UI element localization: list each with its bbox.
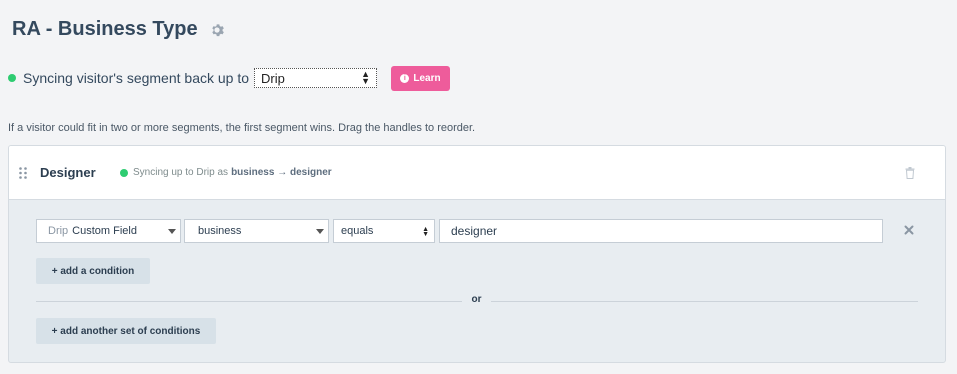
segment-card: Designer Syncing up to Drip as business … (8, 145, 946, 363)
segment-name[interactable]: Designer (40, 165, 96, 180)
add-condition-label: add a condition (60, 265, 135, 277)
segment-sync-status: Syncing up to Drip as business → designe… (120, 167, 332, 178)
condition-operator-value: equals (341, 225, 374, 237)
condition-value-text: designer (451, 224, 498, 238)
trash-icon[interactable] (905, 167, 915, 179)
condition-source-select[interactable]: Drip Custom Field (36, 219, 181, 243)
chevron-down-icon (312, 220, 328, 242)
close-icon[interactable] (904, 225, 914, 235)
learn-button[interactable]: i Learn (391, 66, 450, 91)
provider-select-value: Drip (261, 70, 285, 86)
sync-status-row: Syncing visitor's segment back up to Dri… (8, 67, 378, 89)
reorder-hint: If a visitor could fit in two or more se… (8, 122, 476, 134)
add-condition-button[interactable]: + add a condition (36, 258, 150, 284)
provider-select[interactable]: Drip ▲ ▼ (254, 68, 378, 88)
add-condition-set-button[interactable]: + add another set of conditions (36, 318, 216, 344)
status-dot (120, 168, 128, 177)
divider-right (491, 301, 918, 302)
condition-field-value: business (198, 225, 242, 237)
info-icon: i (400, 74, 410, 83)
condition-value-input[interactable]: designer (439, 219, 883, 243)
select-arrows-icon: ▲ ▼ (361, 69, 371, 86)
plus-icon: + (51, 265, 61, 277)
learn-button-label: Learn (413, 73, 441, 84)
plus-icon: + (51, 325, 61, 337)
segment-sync-mapping: business → designer (231, 167, 332, 178)
divider-left (36, 301, 462, 302)
drag-handle-icon[interactable] (19, 167, 27, 179)
or-label: or (471, 294, 482, 305)
select-arrows-icon: ▲ ▼ (422, 226, 429, 238)
segment-header: Designer Syncing up to Drip as business … (9, 146, 945, 200)
condition-source-prefix: Drip (48, 225, 69, 237)
condition-source-value: Custom Field (72, 225, 137, 237)
status-dot (8, 74, 16, 82)
segment-sync-text: Syncing up to Drip as (133, 167, 229, 178)
page-title: RA - Business Type (12, 18, 198, 40)
add-set-label: add another set of conditions (60, 325, 201, 337)
gear-icon[interactable] (210, 23, 224, 37)
condition-operator-select[interactable]: equals ▲ ▼ (333, 219, 435, 243)
sync-prefix-label: Syncing visitor's segment back up to (23, 70, 250, 86)
chevron-down-icon (164, 220, 180, 242)
condition-field-select[interactable]: business (184, 219, 329, 243)
